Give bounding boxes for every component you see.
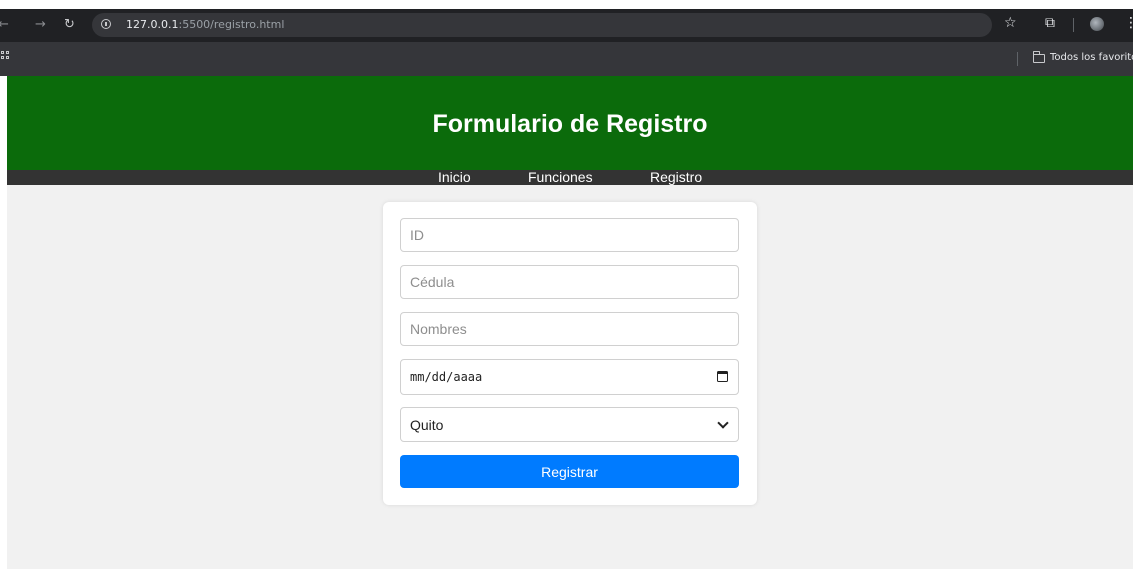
cedula-input[interactable] — [400, 265, 739, 299]
site-header: Formulario de Registro — [7, 76, 1133, 170]
chevron-down-icon — [717, 417, 729, 429]
page-title: Formulario de Registro — [432, 110, 708, 138]
url-text[interactable]: 127.0.0.1:5500/registro.html — [126, 18, 284, 31]
birthdate-input[interactable]: mm/dd/aaaa — [400, 359, 739, 395]
url-host: 127.0.0.1 — [126, 18, 179, 31]
menu-kebab-icon[interactable]: ⋮ — [1124, 14, 1133, 32]
window-top-strip — [0, 0, 1133, 9]
city-selected-value: Quito — [410, 417, 444, 433]
nav-link-funciones[interactable]: Funciones — [528, 169, 593, 185]
back-icon[interactable]: ← — [0, 17, 9, 33]
calendar-icon[interactable] — [717, 371, 728, 382]
registration-form: mm/dd/aaaa Quito Registrar — [383, 202, 757, 505]
page-content: Formulario de Registro Inicio Funciones … — [7, 76, 1133, 569]
toolbar-divider — [1073, 18, 1074, 32]
browser-toolbar: ← → ↻ 127.0.0.1:5500/registro.html ☆ ⧉ ⋮ — [0, 0, 1133, 42]
reload-icon[interactable]: ↻ — [64, 17, 75, 33]
date-placeholder: mm/dd/aaaa — [410, 370, 483, 384]
url-path: :5500/registro.html — [178, 18, 285, 31]
folder-icon[interactable] — [1032, 51, 1045, 63]
profile-avatar[interactable] — [1090, 17, 1104, 31]
address-bar[interactable]: 127.0.0.1:5500/registro.html — [92, 13, 992, 37]
register-button[interactable]: Registrar — [400, 455, 739, 488]
nav-link-registro[interactable]: Registro — [650, 169, 702, 185]
bookmarks-divider — [1017, 52, 1018, 66]
nombres-input[interactable] — [400, 312, 739, 346]
extensions-icon[interactable]: ⧉ — [1045, 14, 1055, 32]
bookmark-star-icon[interactable]: ☆ — [1004, 14, 1017, 32]
site-nav: Inicio Funciones Registro — [7, 169, 1133, 185]
apps-grid-icon[interactable] — [1, 51, 12, 63]
viewport-edge — [0, 76, 7, 569]
id-input[interactable] — [400, 218, 739, 252]
city-select[interactable]: Quito — [400, 407, 739, 442]
bookmarks-bar: Todos los favoritos — [0, 42, 1133, 76]
forward-icon[interactable]: → — [35, 17, 46, 33]
nav-link-inicio[interactable]: Inicio — [438, 169, 471, 185]
site-info-icon[interactable] — [101, 19, 111, 29]
all-bookmarks-label[interactable]: Todos los favoritos — [1050, 52, 1133, 63]
